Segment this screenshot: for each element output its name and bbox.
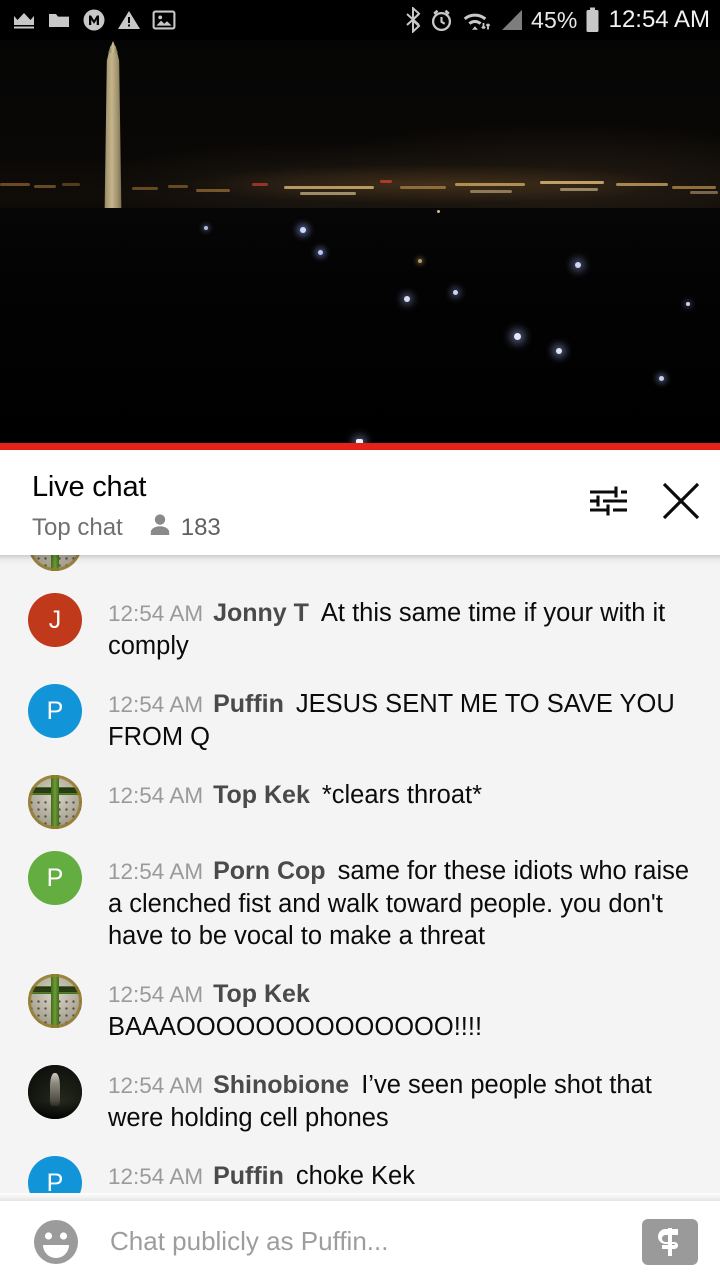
- chat-header-titles: Live chat Top chat 183: [32, 471, 586, 543]
- cell-signal-icon: [498, 8, 524, 32]
- status-bar: 45% 12:54 AM: [0, 0, 720, 40]
- message-text: BAAAOOOOOOOOOOOOOO!!!!: [108, 1013, 483, 1041]
- emoji-smiley-icon[interactable]: [30, 1216, 82, 1268]
- tune-icon[interactable]: [586, 479, 630, 523]
- message-body: 12:54 AM Shinobione I’ve seen people shot …: [82, 1065, 694, 1134]
- status-bar-clock: 12:54 AM: [608, 6, 710, 33]
- avatar-letter: P: [46, 863, 64, 892]
- dollar-sign-icon[interactable]: [642, 1218, 698, 1265]
- message-body: 12:54 AM Puffin choke Kek: [82, 1156, 694, 1193]
- table-row[interactable]: P 12:54 AM Puffin JESUS SENT ME TO SAVE YO…: [0, 684, 720, 753]
- close-icon[interactable]: [658, 478, 704, 524]
- message-author[interactable]: Porn Cop: [213, 857, 326, 885]
- status-bar-right-icons: 45% 12:54 AM: [404, 7, 710, 33]
- message-timestamp: 12:54 AM: [108, 1073, 204, 1098]
- message-body: 12:54 AM Porn Cop same for these idiots wh…: [82, 851, 694, 952]
- status-bar-left-icons: [12, 8, 176, 32]
- avatar[interactable]: J: [28, 593, 82, 647]
- table-row[interactable]: 12:54 AM Top Kek *clears throat*: [0, 775, 720, 829]
- battery-icon: [585, 7, 600, 33]
- message-text: choke Kek: [295, 1162, 415, 1190]
- table-row[interactable]: 12:54 AM Top Kek BAAAOOOOOOOOOOOOOO!!!!: [0, 974, 720, 1043]
- message-timestamp: 12:54 AM: [108, 859, 204, 884]
- chat-mode-label[interactable]: Top chat: [32, 514, 123, 542]
- avatar[interactable]: [28, 1065, 82, 1119]
- avatar-letter: J: [48, 605, 62, 634]
- message-timestamp: 12:54 AM: [108, 1164, 204, 1189]
- message-timestamp: 12:54 AM: [108, 692, 204, 717]
- live-chat-header: Live chat Top chat 183: [0, 450, 720, 555]
- avatar[interactable]: [28, 974, 82, 1028]
- crown-icon: [12, 10, 36, 30]
- alarm-clock-icon: [429, 8, 454, 33]
- avatar[interactable]: P: [28, 851, 82, 905]
- chat-header-actions: [586, 472, 704, 524]
- avatar[interactable]: [28, 775, 82, 829]
- message-author[interactable]: Puffin: [213, 690, 284, 718]
- live-video-player[interactable]: [0, 40, 720, 450]
- message-body: 12:54 AM Jonny T At this same time if your…: [82, 593, 694, 662]
- viewer-count: 183: [180, 513, 221, 541]
- table-row[interactable]: 12:54 AM Shinobione I’ve seen people shot …: [0, 1065, 720, 1134]
- message-text: *clears throat*: [321, 781, 483, 809]
- avatar[interactable]: P: [28, 1156, 82, 1193]
- message-timestamp: 12:54 AM: [108, 783, 204, 808]
- person-icon: [148, 512, 172, 543]
- message-author[interactable]: Puffin: [213, 1162, 284, 1190]
- message-author[interactable]: Top Kek: [213, 781, 310, 809]
- avatar-letter: P: [46, 696, 64, 725]
- table-row[interactable]: P 12:54 AM Puffin choke Kek: [0, 1156, 720, 1193]
- bluetooth-icon: [404, 7, 422, 33]
- message-author[interactable]: Jonny T: [213, 599, 309, 627]
- message-body: 12:54 AM Puffin JESUS SENT ME TO SAVE YOU …: [82, 684, 694, 753]
- warning-triangle-icon: [117, 9, 141, 31]
- wifi-icon: [461, 8, 491, 32]
- message-timestamp: 12:54 AM: [108, 601, 204, 626]
- table-row[interactable]: P 12:54 AM Porn Cop same for these idiots …: [0, 851, 720, 952]
- chat-message-list[interactable]: J 12:54 AM Jonny T At this same time if yo…: [0, 555, 720, 1193]
- battery-percent-label: 45%: [530, 6, 578, 33]
- chat-input[interactable]: [82, 1226, 642, 1257]
- message-body: 12:54 AM Top Kek *clears throat*: [82, 775, 694, 812]
- folder-icon: [47, 10, 71, 30]
- chat-subtitle-row: Top chat 183: [32, 512, 586, 543]
- table-row[interactable]: J 12:54 AM Jonny T At this same time if yo…: [0, 593, 720, 662]
- message-author[interactable]: Top Kek: [213, 980, 310, 1008]
- avatar-letter: P: [46, 1168, 64, 1193]
- list-item[interactable]: [0, 555, 720, 571]
- m-circle-icon: [82, 8, 106, 32]
- chat-composer: [0, 1193, 720, 1280]
- message-body: 12:54 AM Top Kek BAAAOOOOOOOOOOOOOO!!!!: [82, 974, 694, 1043]
- message-timestamp: 12:54 AM: [108, 982, 204, 1007]
- foreground-darkness: [0, 208, 720, 450]
- avatar[interactable]: P: [28, 684, 82, 738]
- image-icon: [152, 9, 176, 31]
- avatar[interactable]: [28, 555, 82, 571]
- message-author[interactable]: Shinobione: [213, 1071, 349, 1099]
- page-title: Live chat: [32, 471, 147, 503]
- video-progress-bar[interactable]: [0, 443, 720, 450]
